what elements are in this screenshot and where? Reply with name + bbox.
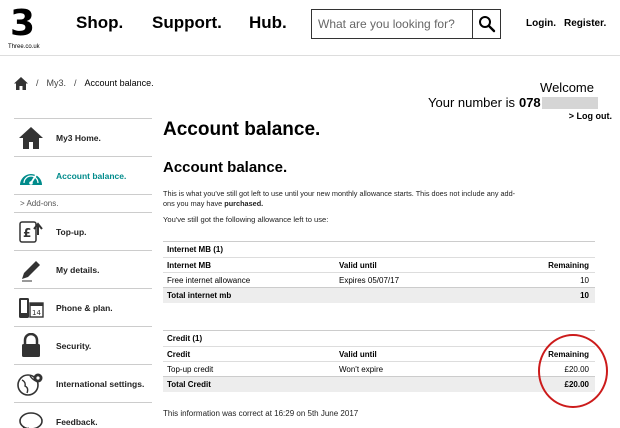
sidebar-item-my-details[interactable]: My details. — [14, 250, 152, 288]
table-caption: Credit (1) — [163, 330, 595, 346]
table-cell: Expires 05/07/17 — [339, 275, 400, 285]
number-label: Your number is — [428, 95, 515, 110]
breadcrumb-separator: / — [74, 78, 77, 88]
table-cell: Free internet allowance — [167, 275, 251, 285]
svg-text:£: £ — [23, 226, 31, 240]
table-cell: Total internet mb — [167, 291, 232, 300]
phone-number-row: Your number is 078 — [428, 95, 598, 110]
allowance-lead-text: You've still got the following allowance… — [163, 215, 329, 224]
nav-shop[interactable]: Shop. — [76, 13, 123, 33]
table-row: Top-up credit Won't expire £20.00 — [163, 361, 595, 376]
sidebar-item-label: Security. — [56, 340, 92, 351]
pencil-icon — [16, 255, 46, 285]
nav-hub[interactable]: Hub. — [249, 13, 287, 33]
page-title: Account balance. — [163, 119, 321, 140]
sidebar-item-top-up[interactable]: £ Top-up. — [14, 212, 152, 250]
table-total-row: Total Credit £20.00 — [163, 376, 595, 392]
column-header: Remaining — [548, 260, 589, 270]
column-header: Credit — [167, 349, 191, 359]
search-box — [311, 9, 501, 39]
sidebar-subitem-add-ons[interactable]: > Add-ons. — [14, 194, 152, 212]
welcome-title: Welcome — [540, 80, 594, 95]
sidebar-item-security[interactable]: Security. — [14, 326, 152, 364]
search-input[interactable] — [312, 10, 472, 38]
sidebar-item-label: International settings. — [56, 378, 145, 389]
three-logo[interactable]: 3 Three.co.uk — [8, 4, 48, 52]
globe-gear-icon — [16, 369, 46, 399]
table-total-row: Total internet mb 10 — [163, 287, 595, 303]
column-header: Valid until — [339, 349, 377, 359]
table-cell: 10 — [580, 275, 589, 285]
sidebar-item-label: My3 Home. — [56, 132, 101, 143]
speech-bubble-icon — [16, 407, 46, 428]
sidebar-item-phone-plan[interactable]: 14 Phone & plan. — [14, 288, 152, 326]
sidebar-item-label: Account balance. — [56, 170, 127, 181]
logo-subtitle: Three.co.uk — [8, 44, 40, 50]
section-title: Account balance. — [163, 159, 288, 176]
intro-text-bold: purchased. — [224, 199, 264, 208]
sidebar-item-my3-home[interactable]: My3 Home. — [14, 118, 152, 156]
sidebar-item-label: My details. — [56, 264, 100, 275]
column-header: Internet MB — [167, 260, 211, 270]
table-cell: Total Credit — [167, 380, 211, 389]
padlock-icon — [16, 331, 46, 361]
site-header: 3 Three.co.uk Shop. Support. Hub. Login.… — [0, 0, 620, 56]
table-caption: Internet MB (1) — [163, 241, 595, 257]
table-row: Free internet allowance Expires 05/07/17… — [163, 272, 595, 287]
table-cell: Top-up credit — [167, 364, 214, 374]
column-header: Valid until — [339, 260, 377, 270]
table-cell: Won't expire — [339, 364, 384, 374]
sidebar-nav: My3 Home. Account balance. > Add-ons. £ … — [14, 118, 152, 428]
sidebar-item-account-balance[interactable]: Account balance. — [14, 156, 152, 194]
table-cell: 10 — [580, 291, 589, 300]
table-header-row: Credit Valid until Remaining — [163, 346, 595, 361]
number-prefix: 078 — [518, 95, 541, 110]
internet-table: Internet MB (1) Internet MB Valid until … — [163, 241, 595, 303]
annotation-circle — [538, 334, 608, 408]
sidebar-item-feedback[interactable]: Feedback. — [14, 402, 152, 428]
sidebar-item-label: Feedback. — [56, 416, 98, 427]
sidebar-item-label: Phone & plan. — [56, 302, 113, 313]
search-icon — [478, 16, 495, 33]
breadcrumb-my3[interactable]: My3. — [47, 78, 67, 88]
main-content: Account balance. Account balance. This i… — [163, 118, 601, 418]
nav-support[interactable]: Support. — [152, 13, 222, 33]
home-icon[interactable] — [14, 76, 28, 90]
search-button[interactable] — [472, 10, 500, 38]
breadcrumb: / My3. / Account balance. — [14, 76, 154, 90]
intro-text: This is what you've still got left to us… — [163, 189, 523, 209]
sidebar-item-label: Top-up. — [56, 226, 87, 237]
breadcrumb-separator: / — [36, 78, 39, 88]
masked-number — [541, 96, 598, 109]
table-header-row: Internet MB Valid until Remaining — [163, 257, 595, 272]
logo-mark: 3 — [10, 3, 36, 44]
login-link[interactable]: Login. — [526, 18, 556, 29]
credit-table: Credit (1) Credit Valid until Remaining … — [163, 330, 595, 392]
svg-text:14: 14 — [32, 309, 41, 317]
sidebar-item-international-settings[interactable]: International settings. — [14, 364, 152, 402]
breadcrumb-current: Account balance. — [84, 78, 154, 88]
register-link[interactable]: Register. — [564, 18, 606, 29]
data-timestamp-note: This information was correct at 16:29 on… — [163, 409, 359, 418]
intro-text-part1: This is what you've still got left to us… — [163, 189, 516, 208]
pound-topup-icon: £ — [16, 217, 46, 247]
calendar-phone-icon: 14 — [16, 293, 46, 323]
gauge-icon — [16, 161, 46, 191]
house-icon — [16, 123, 46, 153]
